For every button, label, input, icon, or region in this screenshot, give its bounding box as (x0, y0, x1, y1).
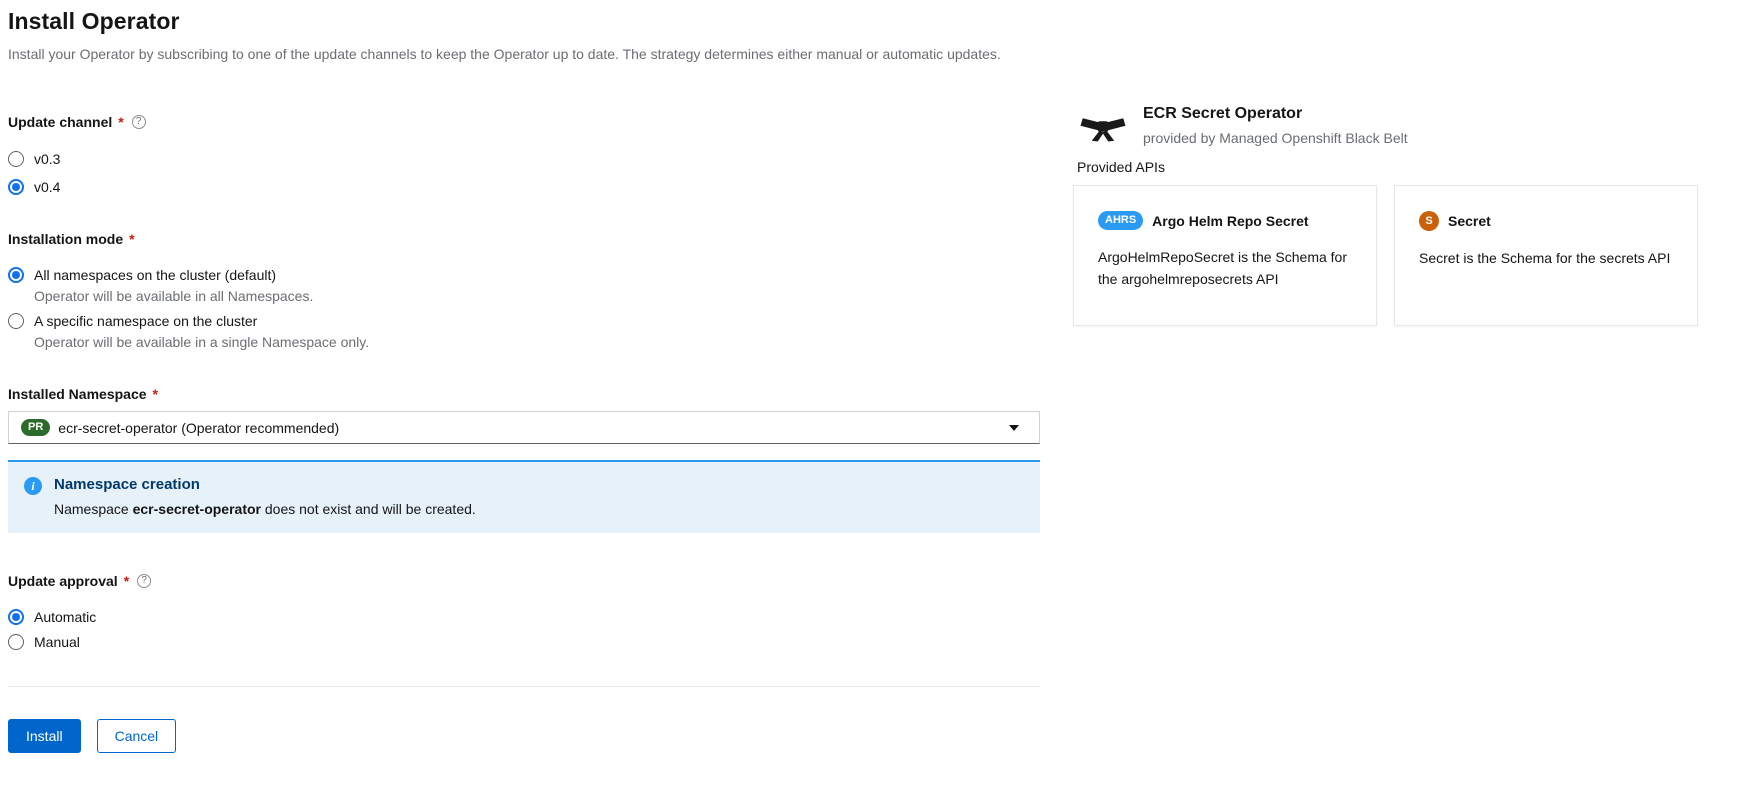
radio-label: Automatic (34, 609, 96, 625)
alert-body: Namespace ecr-secret-operator does not e… (54, 501, 476, 517)
api-card-argo-helm-repo-secret: AHRS Argo Helm Repo Secret ArgoHelmRepoS… (1073, 185, 1377, 326)
api-card-title: Argo Helm Repo Secret (1152, 213, 1308, 229)
caret-down-icon (1009, 425, 1019, 431)
api-card-title-row: S Secret (1419, 211, 1673, 231)
field-label: Installation mode (8, 231, 123, 247)
radio-channel-v04[interactable]: v0.4 (8, 179, 60, 195)
form-divider (8, 686, 1040, 687)
namespace-creation-alert: i Namespace creation Namespace ecr-secre… (8, 460, 1040, 533)
provided-apis-label: Provided APIs (1073, 159, 1713, 175)
radio-approval-automatic[interactable]: Automatic (8, 609, 96, 625)
operator-name: ECR Secret Operator (1143, 105, 1408, 123)
operator-provider: provided by Managed Openshift Black Belt (1143, 130, 1408, 146)
alert-content: Namespace creation Namespace ecr-secret-… (54, 476, 476, 517)
alert-namespace-name: ecr-secret-operator (133, 501, 261, 517)
api-card-description: Secret is the Schema for the secrets API (1419, 248, 1673, 270)
radio-label: v0.4 (34, 179, 60, 195)
radio-button-icon[interactable] (8, 179, 24, 195)
radio-button-icon[interactable] (8, 151, 24, 167)
operator-panel: ECR Secret Operator provided by Managed … (1073, 103, 1713, 326)
api-kind-badge: S (1419, 211, 1439, 231)
page-title: Install Operator (8, 8, 1040, 35)
radio-label: A specific namespace on the cluster (34, 313, 257, 329)
field-label: Update channel (8, 114, 112, 130)
page-subtitle: Install your Operator by subscribing to … (8, 46, 1040, 62)
radio-specific-namespace[interactable]: A specific namespace on the cluster (8, 313, 257, 329)
radio-helper-text: Operator will be available in all Namesp… (34, 288, 1040, 304)
radio-label: v0.3 (34, 151, 60, 167)
operator-header-text: ECR Secret Operator provided by Managed … (1143, 103, 1408, 146)
radio-button-icon[interactable] (8, 609, 24, 625)
api-kind-badge: AHRS (1098, 211, 1143, 230)
install-button[interactable]: Install (8, 719, 81, 753)
radio-channel-v03[interactable]: v0.3 (8, 151, 60, 167)
install-operator-page: Install Operator Install your Operator b… (0, 0, 1746, 805)
install-form: Install Operator Install your Operator b… (8, 8, 1040, 753)
namespace-select-value: ecr-secret-operator (Operator recommende… (58, 420, 1009, 436)
required-asterisk: * (118, 114, 123, 130)
api-card-title-row: AHRS Argo Helm Repo Secret (1098, 211, 1352, 230)
help-icon[interactable]: ? (132, 115, 146, 129)
help-icon[interactable]: ? (137, 574, 151, 588)
installed-namespace-label: Installed Namespace * (8, 386, 1040, 402)
update-approval-label: Update approval * ? (8, 573, 1040, 589)
provided-apis-cards: AHRS Argo Helm Repo Secret ArgoHelmRepoS… (1073, 185, 1713, 326)
radio-label: Manual (34, 634, 80, 650)
black-belt-logo-icon (1079, 109, 1127, 147)
form-actions: Install Cancel (8, 719, 1040, 753)
api-card-description: ArgoHelmRepoSecret is the Schema for the… (1098, 247, 1352, 290)
api-card-title: Secret (1448, 213, 1491, 229)
required-asterisk: * (124, 573, 129, 589)
field-label: Update approval (8, 573, 118, 589)
required-asterisk: * (153, 386, 158, 402)
namespace-select[interactable]: PR ecr-secret-operator (Operator recomme… (8, 411, 1040, 444)
project-badge: PR (21, 419, 50, 436)
info-icon: i (24, 477, 42, 495)
radio-button-icon[interactable] (8, 313, 24, 329)
field-label: Installed Namespace (8, 386, 147, 402)
alert-title: Namespace creation (54, 476, 476, 493)
required-asterisk: * (129, 231, 134, 247)
radio-button-icon[interactable] (8, 634, 24, 650)
radio-helper-text: Operator will be available in a single N… (34, 334, 1040, 350)
radio-label: All namespaces on the cluster (default) (34, 267, 276, 283)
radio-button-icon[interactable] (8, 267, 24, 283)
cancel-button[interactable]: Cancel (97, 719, 177, 753)
update-channel-label: Update channel * ? (8, 114, 1040, 130)
radio-approval-manual[interactable]: Manual (8, 634, 80, 650)
operator-header: ECR Secret Operator provided by Managed … (1073, 103, 1713, 147)
api-card-secret: S Secret Secret is the Schema for the se… (1394, 185, 1698, 326)
installation-mode-label: Installation mode * (8, 231, 1040, 247)
radio-all-namespaces[interactable]: All namespaces on the cluster (default) (8, 267, 276, 283)
